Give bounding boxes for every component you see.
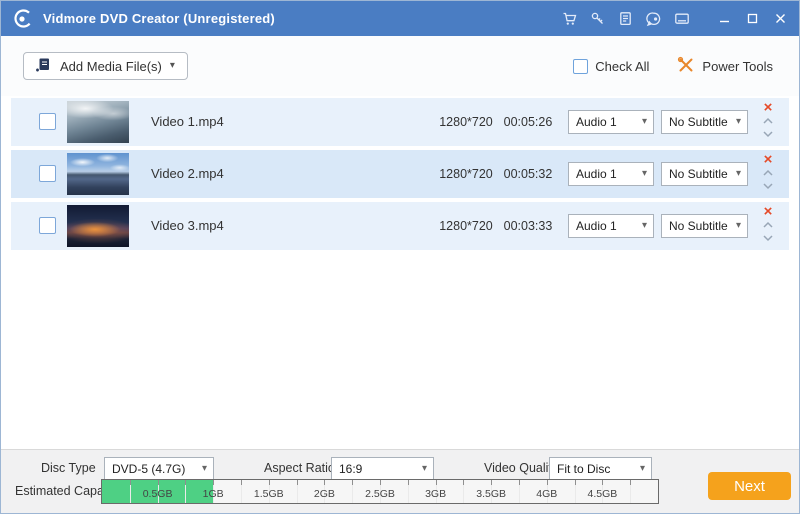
video-thumbnail: [67, 153, 129, 195]
aspect-ratio-dropdown[interactable]: 16:9 ▾: [331, 457, 434, 480]
video-row-3[interactable]: Video 3.mp4 1280*720 00:03:33 Audio 1 ▾ …: [11, 202, 789, 250]
next-button[interactable]: Next: [708, 472, 791, 500]
capacity-tick-label: 1GB: [203, 488, 224, 500]
disc-type-value: DVD-5 (4.7G): [112, 458, 185, 480]
move-up-button[interactable]: [762, 114, 774, 127]
toolbar: Add Media File(s) ▾ Check All Power Tool…: [1, 36, 799, 96]
video-name: Video 1.mp4: [151, 98, 224, 146]
audio-track-value: Audio 1: [576, 215, 617, 237]
video-name: Video 3.mp4: [151, 202, 224, 250]
video-row-2[interactable]: Video 2.mp4 1280*720 00:05:32 Audio 1 ▾ …: [11, 150, 789, 198]
power-tools-button[interactable]: Power Tools: [677, 56, 773, 77]
capacity-tick-label: 4GB: [536, 488, 557, 500]
move-down-button[interactable]: [762, 231, 774, 244]
minimize-button[interactable]: [716, 10, 733, 27]
video-resolution: 1280*720: [431, 202, 501, 250]
video-checkbox[interactable]: [39, 113, 56, 130]
capacity-tick-label: 3.5GB: [476, 488, 506, 500]
capacity-tick-label: 0.5GB: [143, 488, 173, 500]
capacity-tick-label: 4.5GB: [588, 488, 618, 500]
check-all-control: Check All: [573, 59, 649, 74]
video-quality-value: Fit to Disc: [557, 458, 610, 480]
chevron-down-icon: ▾: [642, 221, 647, 231]
video-resolution: 1280*720: [431, 150, 501, 198]
move-down-button[interactable]: [762, 179, 774, 192]
vidmore-logo-icon: [13, 8, 34, 29]
close-button[interactable]: [772, 10, 789, 27]
video-duration: 00:05:32: [499, 150, 557, 198]
aspect-ratio-label: Aspect Ratio:: [264, 457, 338, 480]
subtitle-value: No Subtitle: [669, 111, 728, 133]
audio-track-value: Audio 1: [576, 111, 617, 133]
chevron-down-icon: ▾: [170, 61, 175, 71]
add-media-label: Add Media File(s): [60, 59, 162, 74]
titlebar: Vidmore DVD Creator (Unregistered): [1, 1, 799, 36]
app-window: Vidmore DVD Creator (Unregistered): [0, 0, 800, 514]
video-duration: 00:03:33: [499, 202, 557, 250]
subtitle-dropdown[interactable]: No Subtitle ▾: [661, 110, 748, 134]
chevron-down-icon: ▾: [736, 221, 741, 231]
check-all-label: Check All: [595, 59, 649, 74]
capacity-tick-label: 2.5GB: [365, 488, 395, 500]
chevron-down-icon: ▾: [736, 117, 741, 127]
move-up-button[interactable]: [762, 166, 774, 179]
video-thumbnail: [67, 205, 129, 247]
video-name: Video 2.mp4: [151, 150, 224, 198]
power-tools-label: Power Tools: [702, 59, 773, 74]
capacity-tick-label: 2GB: [314, 488, 335, 500]
video-duration: 00:05:26: [499, 98, 557, 146]
maximize-button[interactable]: [744, 10, 761, 27]
delete-video-button[interactable]: ×: [764, 205, 773, 218]
subtitle-value: No Subtitle: [669, 215, 728, 237]
capacity-bar: 0.5GB 1GB 1.5GB 2GB 2.5GB 3GB 3.5GB 4GB 4.5GB: [101, 479, 659, 504]
move-up-button[interactable]: [762, 218, 774, 231]
audio-track-dropdown[interactable]: Audio 1 ▾: [568, 110, 654, 134]
subtitle-dropdown[interactable]: No Subtitle ▾: [661, 162, 748, 186]
video-thumbnail: [67, 101, 129, 143]
menu-icon[interactable]: [673, 10, 690, 27]
video-checkbox[interactable]: [39, 217, 56, 234]
bottom-panel: Disc Type DVD-5 (4.7G) ▾ Aspect Ratio: 1…: [1, 449, 799, 513]
disc-type-label: Disc Type: [41, 457, 96, 480]
chevron-down-icon: ▾: [640, 464, 645, 474]
video-quality-dropdown[interactable]: Fit to Disc ▾: [549, 457, 652, 480]
chevron-down-icon: ▾: [642, 117, 647, 127]
audio-track-dropdown[interactable]: Audio 1 ▾: [568, 162, 654, 186]
video-checkbox[interactable]: [39, 165, 56, 182]
chevron-down-icon: ▾: [642, 169, 647, 179]
audio-track-value: Audio 1: [576, 163, 617, 185]
capacity-tick-label: 3GB: [425, 488, 446, 500]
disc-type-dropdown[interactable]: DVD-5 (4.7G) ▾: [104, 457, 214, 480]
add-media-button[interactable]: Add Media File(s) ▾: [23, 52, 188, 80]
check-all-checkbox[interactable]: [573, 59, 588, 74]
subtitle-value: No Subtitle: [669, 163, 728, 185]
delete-video-button[interactable]: ×: [764, 101, 773, 114]
chevron-down-icon: ▾: [736, 169, 741, 179]
register-file-icon[interactable]: [617, 10, 634, 27]
feedback-icon[interactable]: [645, 10, 662, 27]
subtitle-dropdown[interactable]: No Subtitle ▾: [661, 214, 748, 238]
add-media-icon: [36, 57, 52, 76]
video-list: Video 1.mp4 1280*720 00:05:26 Audio 1 ▾ …: [11, 98, 789, 254]
window-title: Vidmore DVD Creator (Unregistered): [43, 1, 275, 36]
aspect-ratio-value: 16:9: [339, 458, 362, 480]
register-key-icon[interactable]: [589, 10, 606, 27]
chevron-down-icon: ▾: [422, 464, 427, 474]
video-resolution: 1280*720: [431, 98, 501, 146]
video-row-1[interactable]: Video 1.mp4 1280*720 00:05:26 Audio 1 ▾ …: [11, 98, 789, 146]
cart-icon[interactable]: [561, 10, 578, 27]
power-tools-icon: [677, 56, 695, 77]
capacity-tick-label: 1.5GB: [254, 488, 284, 500]
chevron-down-icon: ▾: [202, 464, 207, 474]
move-down-button[interactable]: [762, 127, 774, 140]
delete-video-button[interactable]: ×: [764, 153, 773, 166]
audio-track-dropdown[interactable]: Audio 1 ▾: [568, 214, 654, 238]
